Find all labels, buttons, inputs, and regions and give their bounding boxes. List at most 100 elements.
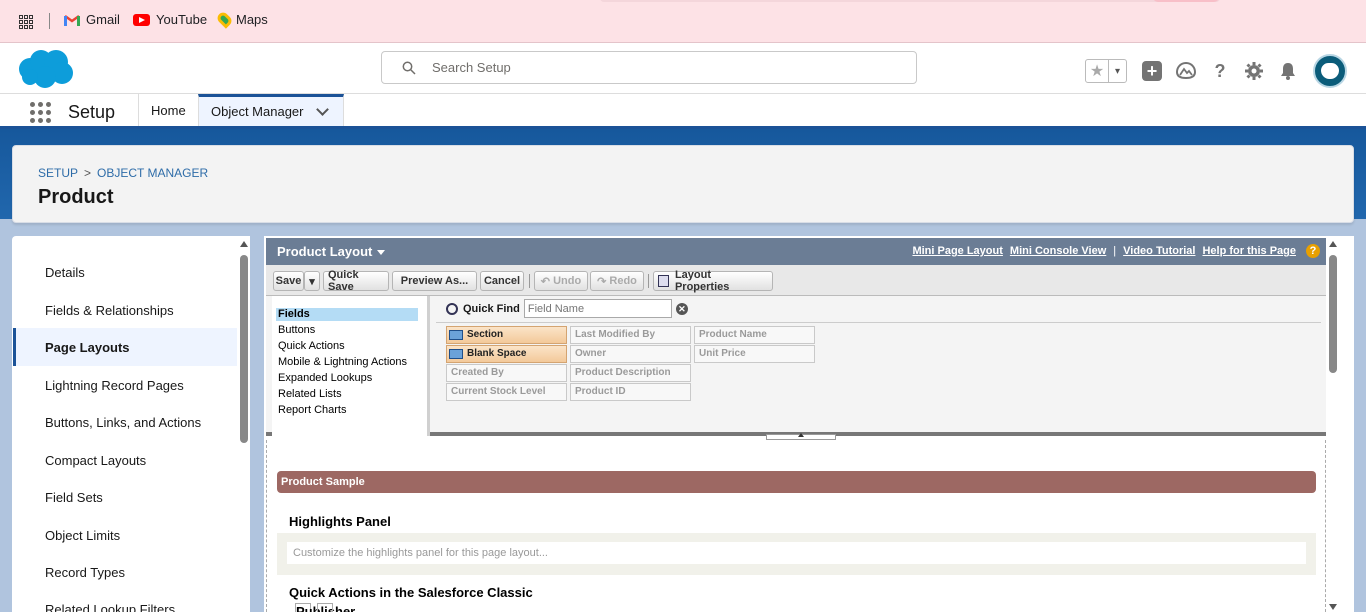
sidebar: Details Fields & Relationships Page Layo… [12, 236, 250, 612]
category-quick-actions[interactable]: Quick Actions [276, 340, 418, 353]
tab-label: Object Manager [211, 104, 304, 119]
sidebar-item-lookup-filters[interactable]: Related Lookup Filters [13, 590, 237, 612]
sidebar-item-label: Object Limits [45, 527, 121, 543]
global-actions-button[interactable]: + [1141, 60, 1163, 82]
search-box[interactable] [381, 51, 917, 84]
search-icon [402, 61, 416, 75]
breadcrumb-setup[interactable]: SETUP [38, 166, 78, 180]
help-button[interactable]: ? [1209, 60, 1231, 82]
mini-console-view-link[interactable]: Mini Console View [1010, 245, 1106, 257]
save-dropdown-icon[interactable]: ▾ [304, 271, 320, 291]
sidebar-item-fields[interactable]: Fields & Relationships [13, 291, 237, 329]
notifications-button[interactable] [1277, 60, 1299, 82]
sample-header: Product Sample [277, 471, 1316, 493]
bookmark-gmail[interactable]: Gmail [64, 12, 120, 27]
youtube-icon [133, 13, 150, 26]
layout-links: Mini Page Layout Mini Console View | Vid… [912, 244, 1320, 258]
sidebar-item-details[interactable]: Details [13, 253, 237, 291]
preview-as-button[interactable]: Preview As... [392, 271, 477, 291]
sidebar-item-label: Fields & Relationships [45, 302, 174, 318]
layout-editor: Product Layout Mini Page Layout Mini Con… [264, 236, 1354, 612]
redo-button[interactable]: ↷ Redo [590, 271, 644, 291]
properties-label: Layout Properties [674, 269, 730, 293]
main-scrollbar[interactable] [1327, 241, 1339, 612]
bookmarks-bar: Gmail YouTube Maps [0, 0, 1366, 43]
clear-icon[interactable]: ✕ [675, 302, 688, 315]
chevron-down-icon[interactable] [315, 102, 329, 116]
question-icon: ? [1214, 60, 1226, 81]
toolbar-separator [529, 274, 530, 288]
sidebar-item-label: Field Sets [45, 489, 103, 505]
tab-object-manager[interactable]: Object Manager [198, 94, 344, 126]
help-page-link[interactable]: Help for this Page [1202, 245, 1296, 257]
palette-field-section[interactable]: Section [446, 326, 567, 344]
highlights-hint: Customize the highlights panel for this … [287, 542, 1306, 564]
category-buttons[interactable]: Buttons [276, 324, 418, 337]
scroll-up-icon[interactable] [1329, 241, 1337, 247]
setup-gear-button[interactable] [1243, 60, 1265, 82]
palette-field[interactable]: Product Description [570, 364, 691, 382]
category-mobile-actions[interactable]: Mobile & Lightning Actions [276, 356, 418, 369]
breadcrumb: SETUP > OBJECT MANAGER [38, 166, 208, 180]
scroll-thumb[interactable] [1329, 255, 1337, 373]
app-nav: Setup Home Object Manager [0, 94, 1366, 129]
undo-button[interactable]: ↶ Undo [534, 271, 588, 291]
category-expanded-lookups[interactable]: Expanded Lookups [276, 372, 418, 385]
sidebar-item-page-layouts[interactable]: Page Layouts [13, 328, 237, 366]
tab-home[interactable]: Home [138, 94, 198, 126]
palette-field[interactable]: Owner [570, 345, 691, 363]
breadcrumb-object-manager[interactable]: OBJECT MANAGER [97, 166, 208, 180]
palette-field[interactable]: Unit Price [694, 345, 815, 363]
sidebar-item-record-types[interactable]: Record Types [13, 553, 237, 591]
gmail-icon [64, 14, 80, 26]
salesforce-logo[interactable] [16, 49, 74, 89]
scroll-down-icon[interactable] [1329, 604, 1337, 610]
apps-grid-icon[interactable] [19, 15, 33, 29]
palette-field[interactable]: Product ID [570, 383, 691, 401]
sidebar-scrollbar[interactable] [240, 241, 248, 612]
sidebar-item-buttons[interactable]: Buttons, Links, and Actions [13, 403, 237, 441]
layout-title-dropdown[interactable]: Product Layout [277, 244, 385, 259]
star-icon[interactable]: ★ [1086, 60, 1108, 82]
mini-page-layout-link[interactable]: Mini Page Layout [912, 245, 1002, 257]
sidebar-item-compact-layouts[interactable]: Compact Layouts [13, 441, 237, 479]
app-launcher-icon[interactable] [30, 102, 51, 123]
quick-save-button[interactable]: Quick Save [323, 269, 389, 293]
page-header: SETUP > OBJECT MANAGER Product [12, 145, 1354, 223]
bookmark-youtube[interactable]: YouTube [133, 12, 207, 27]
favorites-dropdown-icon[interactable]: ▾ [1108, 60, 1126, 82]
video-tutorial-link[interactable]: Video Tutorial [1123, 245, 1195, 257]
redo-label: Redo [609, 275, 637, 287]
avatar[interactable] [1313, 54, 1347, 88]
app-title: Setup [68, 102, 116, 122]
redo-icon: ↷ [597, 275, 607, 288]
window-control[interactable] [1153, 0, 1219, 2]
sidebar-item-field-sets[interactable]: Field Sets [13, 478, 237, 516]
palette-field[interactable]: Current Stock Level [446, 383, 567, 401]
scroll-thumb[interactable] [240, 255, 248, 443]
layout-properties-button[interactable]: Layout Properties [653, 269, 773, 293]
sidebar-item-lightning-pages[interactable]: Lightning Record Pages [13, 366, 237, 404]
undo-label: Undo [553, 275, 582, 287]
palette-field[interactable]: Product Name [694, 326, 815, 344]
category-fields[interactable]: Fields [276, 308, 418, 321]
blank-space-icon [449, 349, 463, 359]
help-icon[interactable]: ? [1306, 244, 1320, 258]
plus-icon: + [1142, 61, 1162, 81]
scroll-up-icon[interactable] [240, 241, 248, 247]
trailhead-button[interactable] [1175, 60, 1197, 82]
palette-field[interactable]: Last Modified By [570, 326, 691, 344]
category-report-charts[interactable]: Report Charts [276, 404, 418, 417]
highlights-panel[interactable]: Customize the highlights panel for this … [277, 533, 1316, 575]
cancel-button[interactable]: Cancel [480, 271, 524, 291]
sidebar-item-object-limits[interactable]: Object Limits [13, 516, 237, 554]
publisher-toggle-icon[interactable] [317, 602, 333, 612]
divider [436, 322, 1321, 323]
save-button[interactable]: Save [273, 271, 304, 291]
palette-field[interactable]: Created By [446, 364, 567, 382]
category-related-lists[interactable]: Related Lists [276, 388, 418, 401]
search-input[interactable] [432, 60, 832, 75]
palette-field-blank-space[interactable]: Blank Space [446, 345, 567, 363]
quick-find-input[interactable] [523, 299, 672, 318]
bookmark-maps[interactable]: Maps [215, 10, 268, 29]
